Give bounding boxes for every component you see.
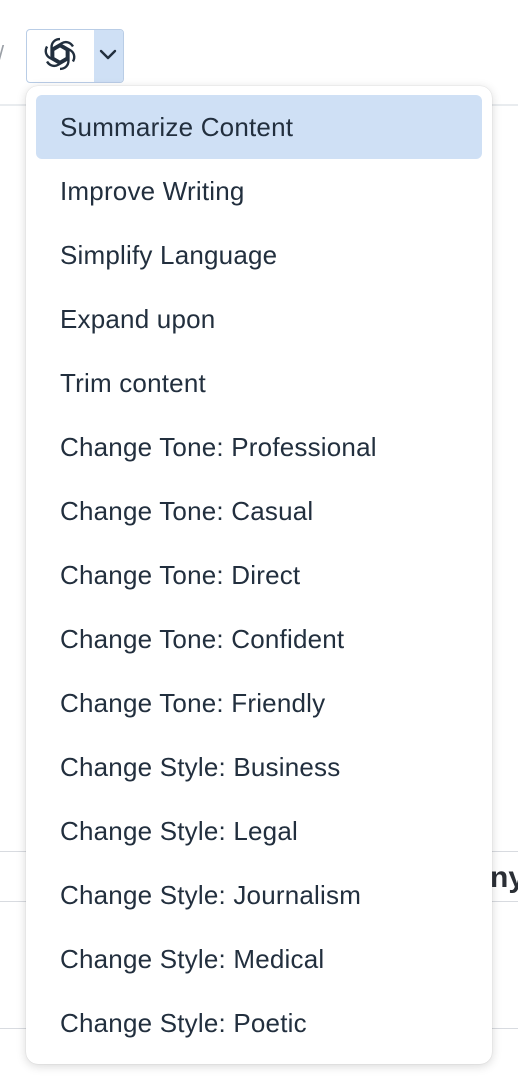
table-header-fragment: ny xyxy=(490,861,518,894)
toolbar-separator: / xyxy=(0,42,8,66)
menu-item-expand-upon[interactable]: Expand upon xyxy=(36,287,482,351)
menu-item-simplify-language[interactable]: Simplify Language xyxy=(36,223,482,287)
menu-item-tone-friendly[interactable]: Change Tone: Friendly xyxy=(36,671,482,735)
menu-item-improve-writing[interactable]: Improve Writing xyxy=(36,159,482,223)
menu-item-style-business[interactable]: Change Style: Business xyxy=(36,735,482,799)
menu-item-tone-casual[interactable]: Change Tone: Casual xyxy=(36,479,482,543)
ai-assistant-button[interactable] xyxy=(27,30,94,82)
menu-item-style-poetic[interactable]: Change Style: Poetic xyxy=(36,991,482,1055)
openai-logo-icon xyxy=(37,31,83,82)
menu-item-style-medical[interactable]: Change Style: Medical xyxy=(36,927,482,991)
menu-item-tone-direct[interactable]: Change Tone: Direct xyxy=(36,543,482,607)
menu-item-tone-confident[interactable]: Change Tone: Confident xyxy=(36,607,482,671)
menu-item-summarize-content[interactable]: Summarize Content xyxy=(36,95,482,159)
ai-assistant-split-button xyxy=(26,29,124,83)
menu-item-trim-content[interactable]: Trim content xyxy=(36,351,482,415)
chevron-down-icon xyxy=(99,47,117,65)
ai-actions-menu: Summarize Content Improve Writing Simpli… xyxy=(26,86,492,1064)
ai-dropdown-toggle[interactable] xyxy=(93,30,123,82)
menu-item-tone-professional[interactable]: Change Tone: Professional xyxy=(36,415,482,479)
menu-item-style-legal[interactable]: Change Style: Legal xyxy=(36,799,482,863)
menu-item-style-journalism[interactable]: Change Style: Journalism xyxy=(36,863,482,927)
